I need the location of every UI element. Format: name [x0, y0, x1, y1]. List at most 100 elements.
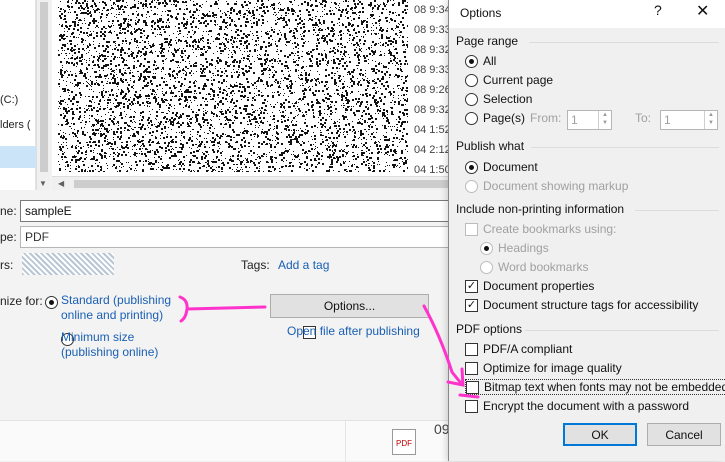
authors-value-obscured[interactable]: [22, 253, 114, 275]
optimize-image-quality-checkbox[interactable]: [465, 361, 478, 375]
publish-markup-radio: [465, 179, 478, 193]
file-list-horizontal-scrollbar[interactable]: ◀: [52, 176, 452, 190]
structure-tags-label: Document structure tags for accessibilit…: [483, 298, 699, 312]
bitmap-text-label: Bitmap text when fonts may not be embedd…: [484, 380, 725, 394]
encrypt-document-checkbox[interactable]: [465, 399, 478, 413]
from-page-value: 1: [571, 113, 578, 127]
create-bookmarks-label: Create bookmarks using:: [483, 222, 617, 236]
bookmark-headings: Headings: [480, 241, 549, 255]
pdfa-compliant[interactable]: PDF/A compliant: [465, 342, 572, 356]
tags-label: Tags:: [241, 258, 270, 272]
publish-document-radio[interactable]: [465, 160, 478, 174]
file-date: 08 9:34: [414, 4, 451, 16]
bookmark-word-bookmarks: Word bookmarks: [480, 260, 588, 274]
page-range-pages[interactable]: Page(s): [465, 111, 525, 125]
from-page-spinner[interactable]: 1 ▲ ▼: [567, 110, 612, 130]
file-date: 08 9:32: [414, 104, 451, 116]
nav-item-selected[interactable]: [0, 146, 36, 168]
page-range-selection-radio[interactable]: [465, 92, 478, 106]
word-bookmarks-label: Word bookmarks: [498, 260, 589, 274]
standard-radio[interactable]: [45, 296, 58, 310]
file-date-column: 08 9:34 08 9:33 08 9:32 08 9:33 08 9:26 08 9:…: [414, 0, 452, 176]
save-type-label: pe:: [0, 230, 17, 244]
standard-option-label[interactable]: Standard (publishing online and printing…: [61, 293, 186, 323]
to-label: To:: [635, 111, 652, 125]
publish-markup-label: Document showing markup: [483, 179, 629, 193]
minimum-size-option-label[interactable]: Minimum size (publishing online): [61, 330, 186, 360]
headings-radio: [480, 241, 493, 255]
pdf-options-heading: PDF options: [456, 322, 523, 336]
create-bookmarks-checkbox: [465, 222, 478, 236]
nav-item-folders[interactable]: lders (: [0, 119, 31, 131]
nav-scrollbar-thumb[interactable]: [40, 2, 48, 172]
encrypt-document[interactable]: Encrypt the document with a password: [465, 399, 689, 413]
nav-item-local-disk[interactable]: (C:): [0, 94, 18, 106]
options-dialog-title: Options: [460, 6, 502, 20]
file-list[interactable]: 08 9:34 08 9:33 08 9:32 08 9:33 08 9:26 08 9:…: [52, 0, 452, 176]
file-name-input[interactable]: [20, 200, 450, 222]
ok-button[interactable]: OK: [563, 423, 637, 446]
help-icon[interactable]: ?: [654, 2, 662, 18]
save-type-select[interactable]: PDF: [20, 226, 450, 248]
publish-what-heading: Publish what: [456, 139, 525, 153]
file-name-label: ne:: [0, 204, 17, 218]
save-dialog: (C:) lders ( ▼ 08 9:34 08 9:33 08 9:32 08 9…: [0, 0, 470, 420]
word-bookmarks-radio: [480, 260, 493, 274]
structure-tags-checkbox[interactable]: ✓: [465, 298, 478, 312]
publish-document-markup: Document showing markup: [465, 179, 628, 193]
file-date: 04 1:52: [414, 124, 451, 136]
document-properties-label: Document properties: [483, 279, 595, 293]
to-page-spinner[interactable]: 1 ▲ ▼: [660, 110, 718, 130]
scroll-down-arrow-icon[interactable]: ▼: [39, 179, 47, 188]
page-range-selection-label: Selection: [483, 92, 533, 106]
optimize-image-quality[interactable]: Optimize for image quality: [465, 361, 622, 375]
bitmap-text-checkbox[interactable]: [466, 380, 479, 394]
spinner-arrows-icon[interactable]: ▲ ▼: [704, 111, 717, 129]
options-titlebar: Options ? ✕: [449, 0, 725, 28]
encrypt-document-label: Encrypt the document with a password: [483, 399, 690, 413]
structure-tags[interactable]: ✓ Document structure tags for accessibil…: [465, 298, 698, 312]
nav-scrollbar[interactable]: ▼: [36, 0, 50, 190]
options-button[interactable]: Options...: [270, 294, 429, 318]
optimize-image-quality-label: Optimize for image quality: [483, 361, 622, 375]
page-range-pages-label: Page(s): [483, 111, 526, 125]
file-date: 08 9:32: [414, 44, 451, 56]
page-range-selection[interactable]: Selection: [465, 92, 532, 106]
noise-speckle: [58, 0, 408, 172]
scroll-left-arrow-icon[interactable]: ◀: [58, 177, 64, 191]
page-range-all-radio[interactable]: [465, 54, 478, 68]
non-printing-heading: Include non-printing information: [456, 202, 625, 216]
publish-document-label: Document: [483, 160, 538, 174]
background-file-strip: PDF 09: [0, 420, 450, 462]
create-bookmarks: Create bookmarks using:: [465, 222, 616, 236]
cancel-button[interactable]: Cancel: [647, 423, 721, 446]
from-label: From:: [530, 111, 562, 125]
open-after-publishing-label[interactable]: Open file after publishing: [287, 324, 420, 338]
obscured-file-names: [58, 0, 408, 172]
file-date: 08 9:26: [414, 84, 451, 96]
bitmap-text[interactable]: Bitmap text when fonts may not be embedd…: [465, 379, 725, 395]
pdfa-compliant-label: PDF/A compliant: [483, 342, 573, 356]
publish-document[interactable]: Document: [465, 160, 538, 174]
page-range-pages-radio[interactable]: [465, 111, 478, 125]
authors-label: rs:: [0, 258, 14, 272]
page-range-all-label: All: [483, 54, 497, 68]
document-properties-checkbox[interactable]: ✓: [465, 279, 478, 293]
file-date: 04 1:50: [414, 164, 451, 176]
close-icon[interactable]: ✕: [696, 1, 709, 21]
options-dialog: Options ? ✕ Page range All Current page …: [448, 0, 725, 461]
add-tag-link[interactable]: Add a tag: [278, 258, 329, 272]
pdfa-compliant-checkbox[interactable]: [465, 342, 478, 356]
file-date: 08 9:33: [414, 24, 451, 36]
horizontal-scrollbar-thumb[interactable]: [74, 180, 452, 188]
optimize-for-label: nize for:: [0, 294, 43, 308]
page-range-current-radio[interactable]: [465, 73, 478, 87]
pdf-file-icon[interactable]: PDF: [392, 429, 416, 455]
page-range-all[interactable]: All: [465, 54, 496, 68]
headings-label: Headings: [498, 241, 549, 255]
to-page-value: 1: [664, 113, 671, 127]
page-range-current[interactable]: Current page: [465, 73, 553, 87]
document-properties[interactable]: ✓ Document properties: [465, 279, 594, 293]
spinner-arrows-icon[interactable]: ▲ ▼: [598, 111, 611, 129]
page-range-heading: Page range: [456, 34, 519, 48]
